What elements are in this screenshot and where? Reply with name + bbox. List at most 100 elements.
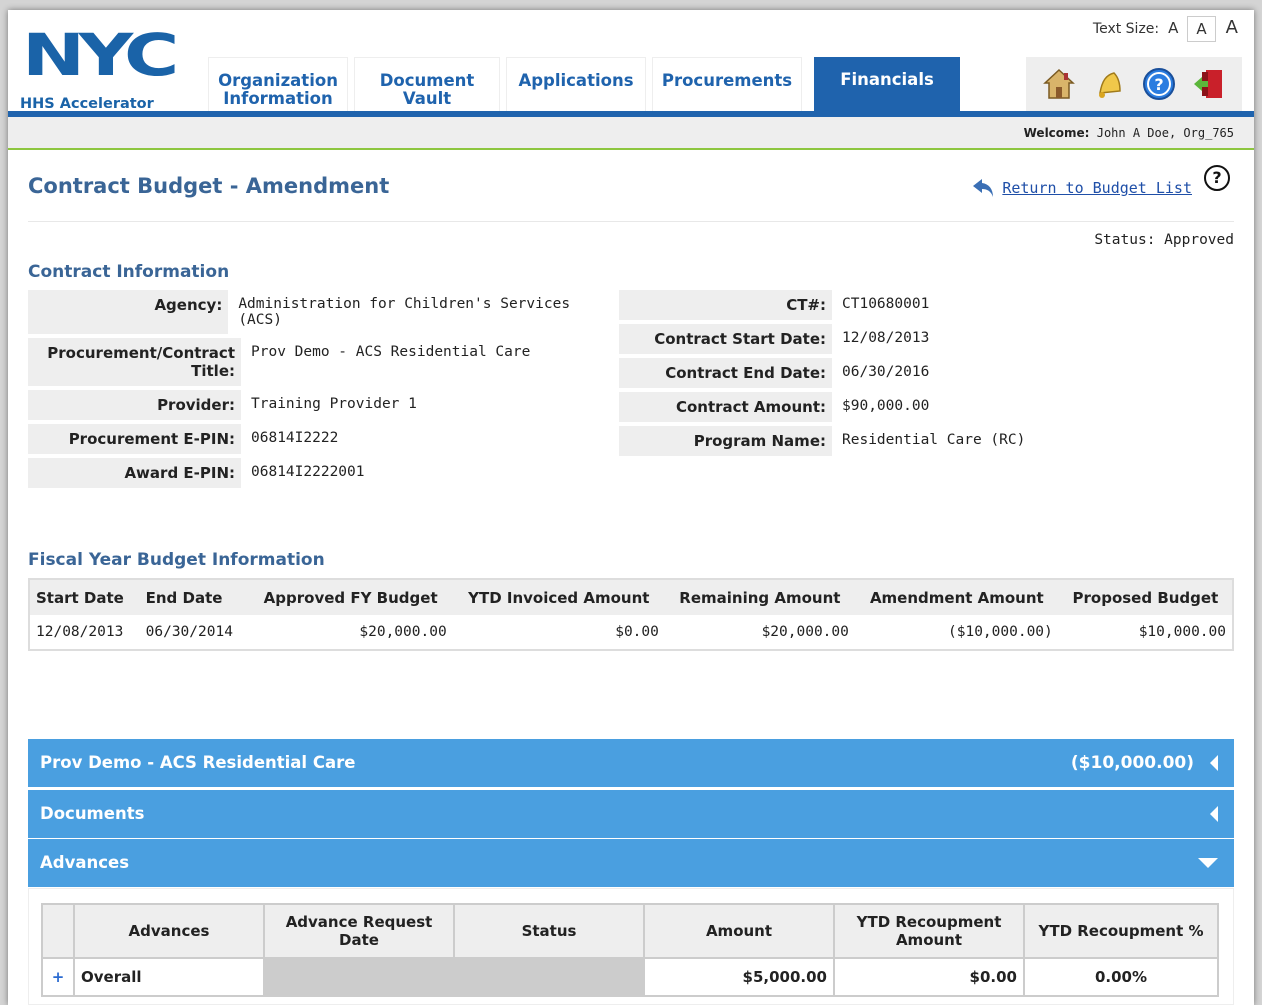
column-header: Approved FY Budget <box>248 579 453 615</box>
agency-row: Agency: Administration for Children's Ser… <box>28 290 608 334</box>
field-label: Provider: <box>28 390 241 420</box>
text-size-control: Text Size: A A A <box>1093 16 1242 42</box>
column-header[interactable]: Advance Request Date <box>263 903 455 959</box>
chevron-left-icon <box>1210 806 1218 822</box>
table-header-row: Start Date End Date Approved FY Budget Y… <box>29 579 1233 615</box>
field-label: Award E-PIN: <box>28 458 241 488</box>
accordion-title: Documents <box>40 804 145 823</box>
home-icon[interactable] <box>1041 66 1077 102</box>
field-value: Administration for Children's Services (… <box>238 296 571 328</box>
page-title: Contract Budget - Amendment <box>28 174 390 198</box>
field-value: 06814I2222001 <box>251 464 365 480</box>
end-date-row: Contract End Date: 06/30/2016 <box>619 358 1099 388</box>
start-date-row: Contract Start Date: 12/08/2013 <box>619 324 1099 354</box>
field-value: $90,000.00 <box>842 398 930 414</box>
table-cell: 06/30/2014 <box>145 624 233 640</box>
table-row: + Overall $5,000.00 $0.00 0.00% <box>41 957 1219 997</box>
advance-name: Overall <box>73 957 265 997</box>
table-cell: $0.00 <box>615 624 659 640</box>
table-cell: $10,000.00 <box>1138 624 1226 640</box>
field-value: Prov Demo - ACS Residential Care <box>251 344 531 360</box>
program-name-row: Program Name: Residential Care (RC) <box>619 426 1099 456</box>
field-value: 06/30/2016 <box>842 364 930 380</box>
welcome-label: Welcome: <box>1023 126 1090 140</box>
field-label: Agency: <box>28 290 229 334</box>
table-cell: $20,000.00 <box>761 624 849 640</box>
column-header[interactable]: Status <box>453 903 645 959</box>
table-cell: 12/08/2013 <box>36 624 124 640</box>
field-value: 12/08/2013 <box>842 330 930 346</box>
column-header: Remaining Amount <box>664 579 855 615</box>
welcome-user: John A Doe, Org_765 <box>1096 126 1234 140</box>
bell-icon[interactable] <box>1091 66 1127 102</box>
advances-table: Advances Advance Request Date Status Amo… <box>41 903 1219 997</box>
column-header[interactable]: Amount <box>643 903 835 959</box>
return-link-label[interactable]: Return to Budget List <box>1002 179 1192 197</box>
logo-subtitle: HHS Accelerator <box>20 96 154 112</box>
chevron-left-icon <box>1210 755 1218 771</box>
accordion-documents[interactable]: Documents <box>28 790 1234 838</box>
column-header: Start Date <box>29 579 140 615</box>
column-header: YTD Invoiced Amount <box>452 579 665 615</box>
table-cell: $20,000.00 <box>359 624 447 640</box>
accordion-title: Prov Demo - ACS Residential Care <box>40 753 356 772</box>
title-divider <box>28 221 1234 222</box>
return-to-budget-list[interactable]: Return to Budget List <box>972 177 1192 199</box>
column-header: End Date <box>139 579 249 615</box>
contract-amount-row: Contract Amount: $90,000.00 <box>619 392 1099 422</box>
tab-procurements[interactable]: Procurements <box>652 57 802 111</box>
field-value: 06814I2222 <box>251 430 339 446</box>
field-value: Residential Care (RC) <box>842 432 1026 448</box>
column-header <box>41 903 75 959</box>
nyc-logo[interactable]: NYC HHS Accelerator <box>20 22 190 112</box>
ct-number-row: CT#: CT10680001 <box>619 290 1099 320</box>
column-header[interactable]: YTD Recoupment % <box>1023 903 1219 959</box>
text-size-large-button[interactable]: A <box>1221 16 1242 42</box>
contract-info-left: Agency: Administration for Children's Ser… <box>28 290 608 492</box>
text-size-medium-button[interactable]: A <box>1187 16 1216 42</box>
provider-row: Provider: Training Provider 1 <box>28 390 608 420</box>
field-label: Contract Start Date: <box>619 324 832 354</box>
table-header-row: Advances Advance Request Date Status Amo… <box>41 903 1219 959</box>
expand-row-icon[interactable]: + <box>41 957 75 997</box>
column-header: Amendment Amount <box>854 579 1059 615</box>
logout-icon[interactable] <box>1191 66 1227 102</box>
procurement-epin-row: Procurement E-PIN: 06814I2222 <box>28 424 608 454</box>
award-epin-row: Award E-PIN: 06814I2222001 <box>28 458 608 488</box>
field-label: Procurement E-PIN: <box>28 424 241 454</box>
column-header[interactable]: YTD Recoupment Amount <box>833 903 1025 959</box>
tab-organization-information[interactable]: Organization Information <box>208 57 348 111</box>
chevron-down-icon <box>1198 858 1218 868</box>
fiscal-year-table: Start Date End Date Approved FY Budget Y… <box>28 578 1234 651</box>
page-help-icon[interactable]: ? <box>1204 165 1230 191</box>
field-value: Training Provider 1 <box>251 396 417 412</box>
header-icon-bar: ? <box>1026 57 1242 111</box>
table-row: 12/08/2013 06/30/2014 $20,000.00 $0.00 $… <box>29 615 1233 650</box>
field-label: Procurement/Contract Title: <box>28 338 241 386</box>
svg-text:?: ? <box>1154 75 1163 94</box>
main-nav-tabs: Organization Information Document Vault … <box>208 57 966 111</box>
welcome-bar: Welcome: John A Doe, Org_765 <box>8 117 1254 150</box>
column-header[interactable]: Advances <box>73 903 265 959</box>
table-cell: ($10,000.00) <box>948 624 1053 640</box>
ytd-recoupment-amount: $0.00 <box>833 957 1025 997</box>
help-icon[interactable]: ? <box>1141 66 1177 102</box>
status-text: Status: Approved <box>1094 232 1234 248</box>
tab-applications[interactable]: Applications <box>506 57 646 111</box>
accordion-budget[interactable]: Prov Demo - ACS Residential Care ($10,00… <box>28 739 1234 787</box>
accordion-title: Advances <box>40 853 130 872</box>
title-row: Procurement/Contract Title: Prov Demo - A… <box>28 338 608 386</box>
back-arrow-icon <box>973 179 994 197</box>
fiscal-year-title: Fiscal Year Budget Information <box>28 550 325 570</box>
advance-amount: $5,000.00 <box>643 957 835 997</box>
advances-panel: Advances Advance Request Date Status Amo… <box>28 888 1234 1005</box>
field-label: CT#: <box>619 290 832 320</box>
tab-financials[interactable]: Financials <box>814 57 960 111</box>
tab-document-vault[interactable]: Document Vault <box>354 57 500 111</box>
text-size-small-button[interactable]: A <box>1165 16 1182 42</box>
ytd-recoupment-percent: 0.00% <box>1023 957 1219 997</box>
contract-info-title: Contract Information <box>28 262 230 282</box>
accordion-advances[interactable]: Advances <box>28 839 1234 887</box>
advance-status <box>453 957 645 997</box>
logo-text: NYC <box>22 21 179 89</box>
